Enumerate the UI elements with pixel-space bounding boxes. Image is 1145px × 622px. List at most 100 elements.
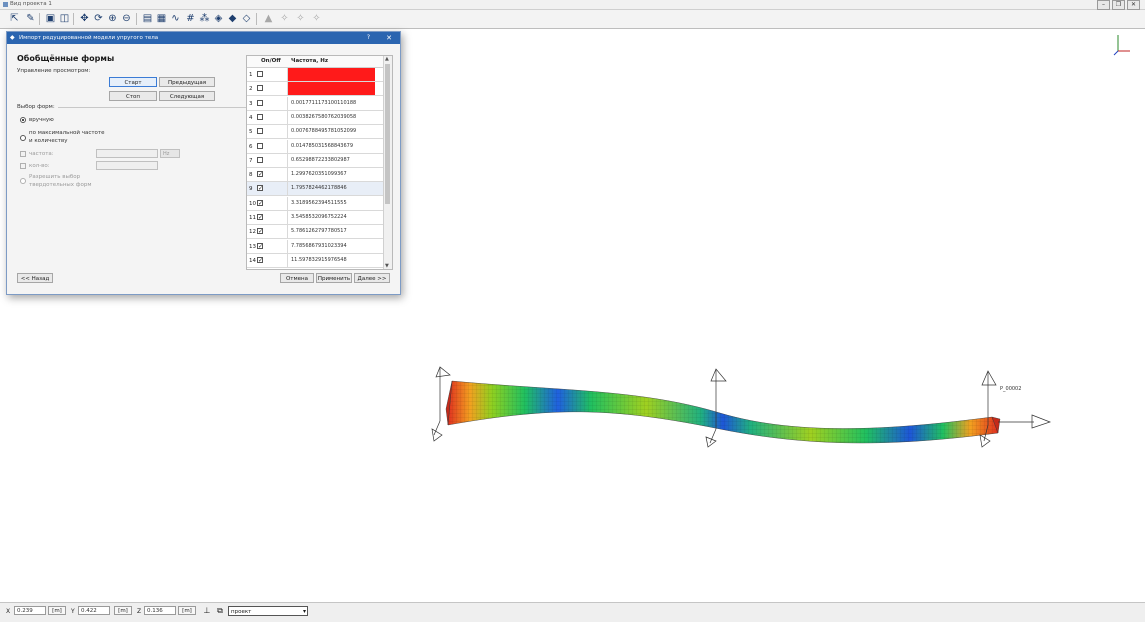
scroll-up-icon[interactable]: ▲ xyxy=(385,56,389,62)
x-unit: [m] xyxy=(48,606,66,615)
frequency-checkbox[interactable] xyxy=(20,151,26,157)
apply-button[interactable]: Применить xyxy=(316,273,352,283)
table-row[interactable]: 12 ✓ 5.7861262797780517 xyxy=(247,225,383,240)
row-number: 6 xyxy=(249,143,253,150)
row-toggle-checkbox[interactable] xyxy=(257,128,263,135)
row-toggle-checkbox[interactable] xyxy=(257,142,263,149)
table-row[interactable]: 11 ✓ 3.5458532096752224 xyxy=(247,211,383,225)
radio-max-frequency-label: по максимальной частоте xyxy=(29,130,105,136)
app-icon xyxy=(3,2,8,7)
radio-max-frequency[interactable] xyxy=(20,135,26,141)
z-coordinate-field[interactable]: 0.136 xyxy=(144,606,176,615)
row-frequency: 0.0076788495781052099 xyxy=(287,125,375,139)
row-toggle-checkbox[interactable]: ✓ xyxy=(257,242,263,249)
row-toggle-checkbox[interactable]: ✓ xyxy=(257,256,263,263)
stop-button[interactable]: Стоп xyxy=(109,91,157,101)
row-toggle-checkbox[interactable] xyxy=(257,99,263,106)
y-coordinate-field[interactable]: 0.422 xyxy=(78,606,110,615)
row-number: 4 xyxy=(249,114,253,121)
table-row[interactable]: 13 ✓ 7.7856867931023394 xyxy=(247,239,383,254)
layout-icon[interactable]: ▤ xyxy=(141,12,154,25)
row-number: 2 xyxy=(249,86,253,93)
minimize-icon[interactable]: – xyxy=(1097,0,1110,10)
grid-view-icon[interactable]: ▦ xyxy=(155,12,168,25)
zoom-out-icon[interactable]: ⊖ xyxy=(120,12,133,25)
row-frequency: 0.65298872233802987 xyxy=(287,153,375,167)
back-button[interactable]: << Назад xyxy=(17,273,53,283)
disabled-tool-icon: ✧ xyxy=(312,13,321,24)
row-frequency: 1.7957824462178846 xyxy=(287,182,375,196)
count-field[interactable] xyxy=(96,161,158,170)
row-toggle-checkbox[interactable]: ✓ xyxy=(257,214,263,221)
frequency-unit-dropdown[interactable]: Hz xyxy=(160,149,180,158)
cancel-button[interactable]: Отмена xyxy=(280,273,314,283)
next-button[interactable]: Следующая xyxy=(159,91,215,101)
view-control-label: Управление просмотром: xyxy=(17,68,91,74)
row-number: 12 xyxy=(249,229,256,236)
mesh-icon[interactable]: # xyxy=(184,12,197,25)
table-row[interactable]: 5 0.0076788495781052099 xyxy=(247,125,383,140)
row-toggle-checkbox[interactable]: ✓ xyxy=(257,199,263,206)
row-frequency: 0.0017711173100110188 xyxy=(287,96,375,110)
dialog-title: Импорт редуцированной модели упругого те… xyxy=(19,35,159,41)
row-frequency: 3.5458532096752224 xyxy=(287,211,375,224)
row-frequency xyxy=(287,68,375,81)
allow-rigid-forms-radio[interactable] xyxy=(20,178,26,184)
radio-manual[interactable] xyxy=(20,117,26,123)
table-row[interactable]: 10 ✓ 3.3189562394511555 xyxy=(247,196,383,211)
axis-icon[interactable]: ⊥ xyxy=(202,606,212,616)
row-number: 9 xyxy=(249,186,253,193)
row-toggle-checkbox[interactable]: ✓ xyxy=(257,171,263,178)
scroll-down-icon[interactable]: ▼ xyxy=(385,263,389,269)
table-row[interactable]: 7 0.65298872233802987 xyxy=(247,153,383,168)
close-icon[interactable]: ✕ xyxy=(386,32,392,44)
curve-icon[interactable]: ∿ xyxy=(169,12,182,25)
table-row[interactable]: 14 ✓ 11.597832915976548 xyxy=(247,253,383,268)
table-row[interactable]: 9 ✓ 1.7957824462178846 xyxy=(247,182,383,197)
restore-icon[interactable]: ❐ xyxy=(1112,0,1125,10)
row-number: 3 xyxy=(249,100,253,107)
rotate-icon[interactable]: ⟳ xyxy=(92,12,105,25)
solid-icon[interactable]: ◆ xyxy=(226,12,239,25)
dialog-titlebar: ◆ Импорт редуцированной модели упругого … xyxy=(7,32,400,44)
row-toggle-checkbox[interactable]: ✓ xyxy=(257,185,263,192)
wire-icon[interactable]: ◇ xyxy=(240,12,253,25)
scroll-thumb[interactable] xyxy=(385,64,390,204)
row-toggle-checkbox[interactable] xyxy=(257,156,263,163)
deformed-beam-model xyxy=(445,380,1001,444)
layer-icon[interactable]: ⧉ xyxy=(215,606,225,616)
previous-button[interactable]: Предыдущая xyxy=(159,77,215,87)
table-row[interactable]: 8 ✓ 1.2997620351099367 xyxy=(247,168,383,183)
row-toggle-checkbox[interactable]: ✓ xyxy=(257,228,263,235)
mode-select[interactable]: проект xyxy=(228,606,308,617)
row-number: 11 xyxy=(249,215,256,221)
close-window-icon[interactable]: ✕ xyxy=(1127,0,1140,10)
row-toggle-checkbox[interactable] xyxy=(257,85,263,92)
nodes-icon[interactable]: ⁂ xyxy=(198,12,211,25)
row-frequency: 0.0038267580762039058 xyxy=(287,110,375,124)
modes-table: On/Off Частота, Hz 1 2 3 0.0017711173100110… xyxy=(246,55,393,270)
book-icon[interactable]: ◫ xyxy=(58,12,71,25)
select-arrow-icon[interactable]: ⇱ xyxy=(8,12,21,25)
forms-label: Выбор форм: xyxy=(17,104,58,110)
count-checkbox[interactable] xyxy=(20,163,26,169)
zoom-in-icon[interactable]: ⊕ xyxy=(106,12,119,25)
x-coordinate-field[interactable]: 0.239 xyxy=(14,606,46,615)
table-row[interactable]: 2 xyxy=(247,82,383,97)
start-button[interactable]: Старт xyxy=(109,77,157,87)
y-label: Y xyxy=(71,608,75,615)
table-row[interactable]: 3 0.0017711173100110188 xyxy=(247,96,383,111)
pen-icon[interactable]: ✎ xyxy=(24,12,37,25)
table-scrollbar[interactable]: ▲ ▼ xyxy=(383,56,392,269)
forward-button[interactable]: Далее >> xyxy=(354,273,390,283)
move-icon[interactable]: ✥ xyxy=(78,12,91,25)
frequency-field[interactable] xyxy=(96,149,158,158)
view-frame-icon[interactable]: ▣ xyxy=(44,12,57,25)
table-row[interactable]: 4 0.0038267580762039058 xyxy=(247,110,383,125)
help-icon[interactable]: ? xyxy=(367,32,370,44)
shade-icon[interactable]: ◈ xyxy=(212,12,225,25)
row-toggle-checkbox[interactable] xyxy=(257,113,263,120)
table-row[interactable]: 1 xyxy=(247,68,383,82)
row-toggle-checkbox[interactable] xyxy=(257,71,263,77)
table-row[interactable]: 6 0.014785031568843679 xyxy=(247,139,383,154)
